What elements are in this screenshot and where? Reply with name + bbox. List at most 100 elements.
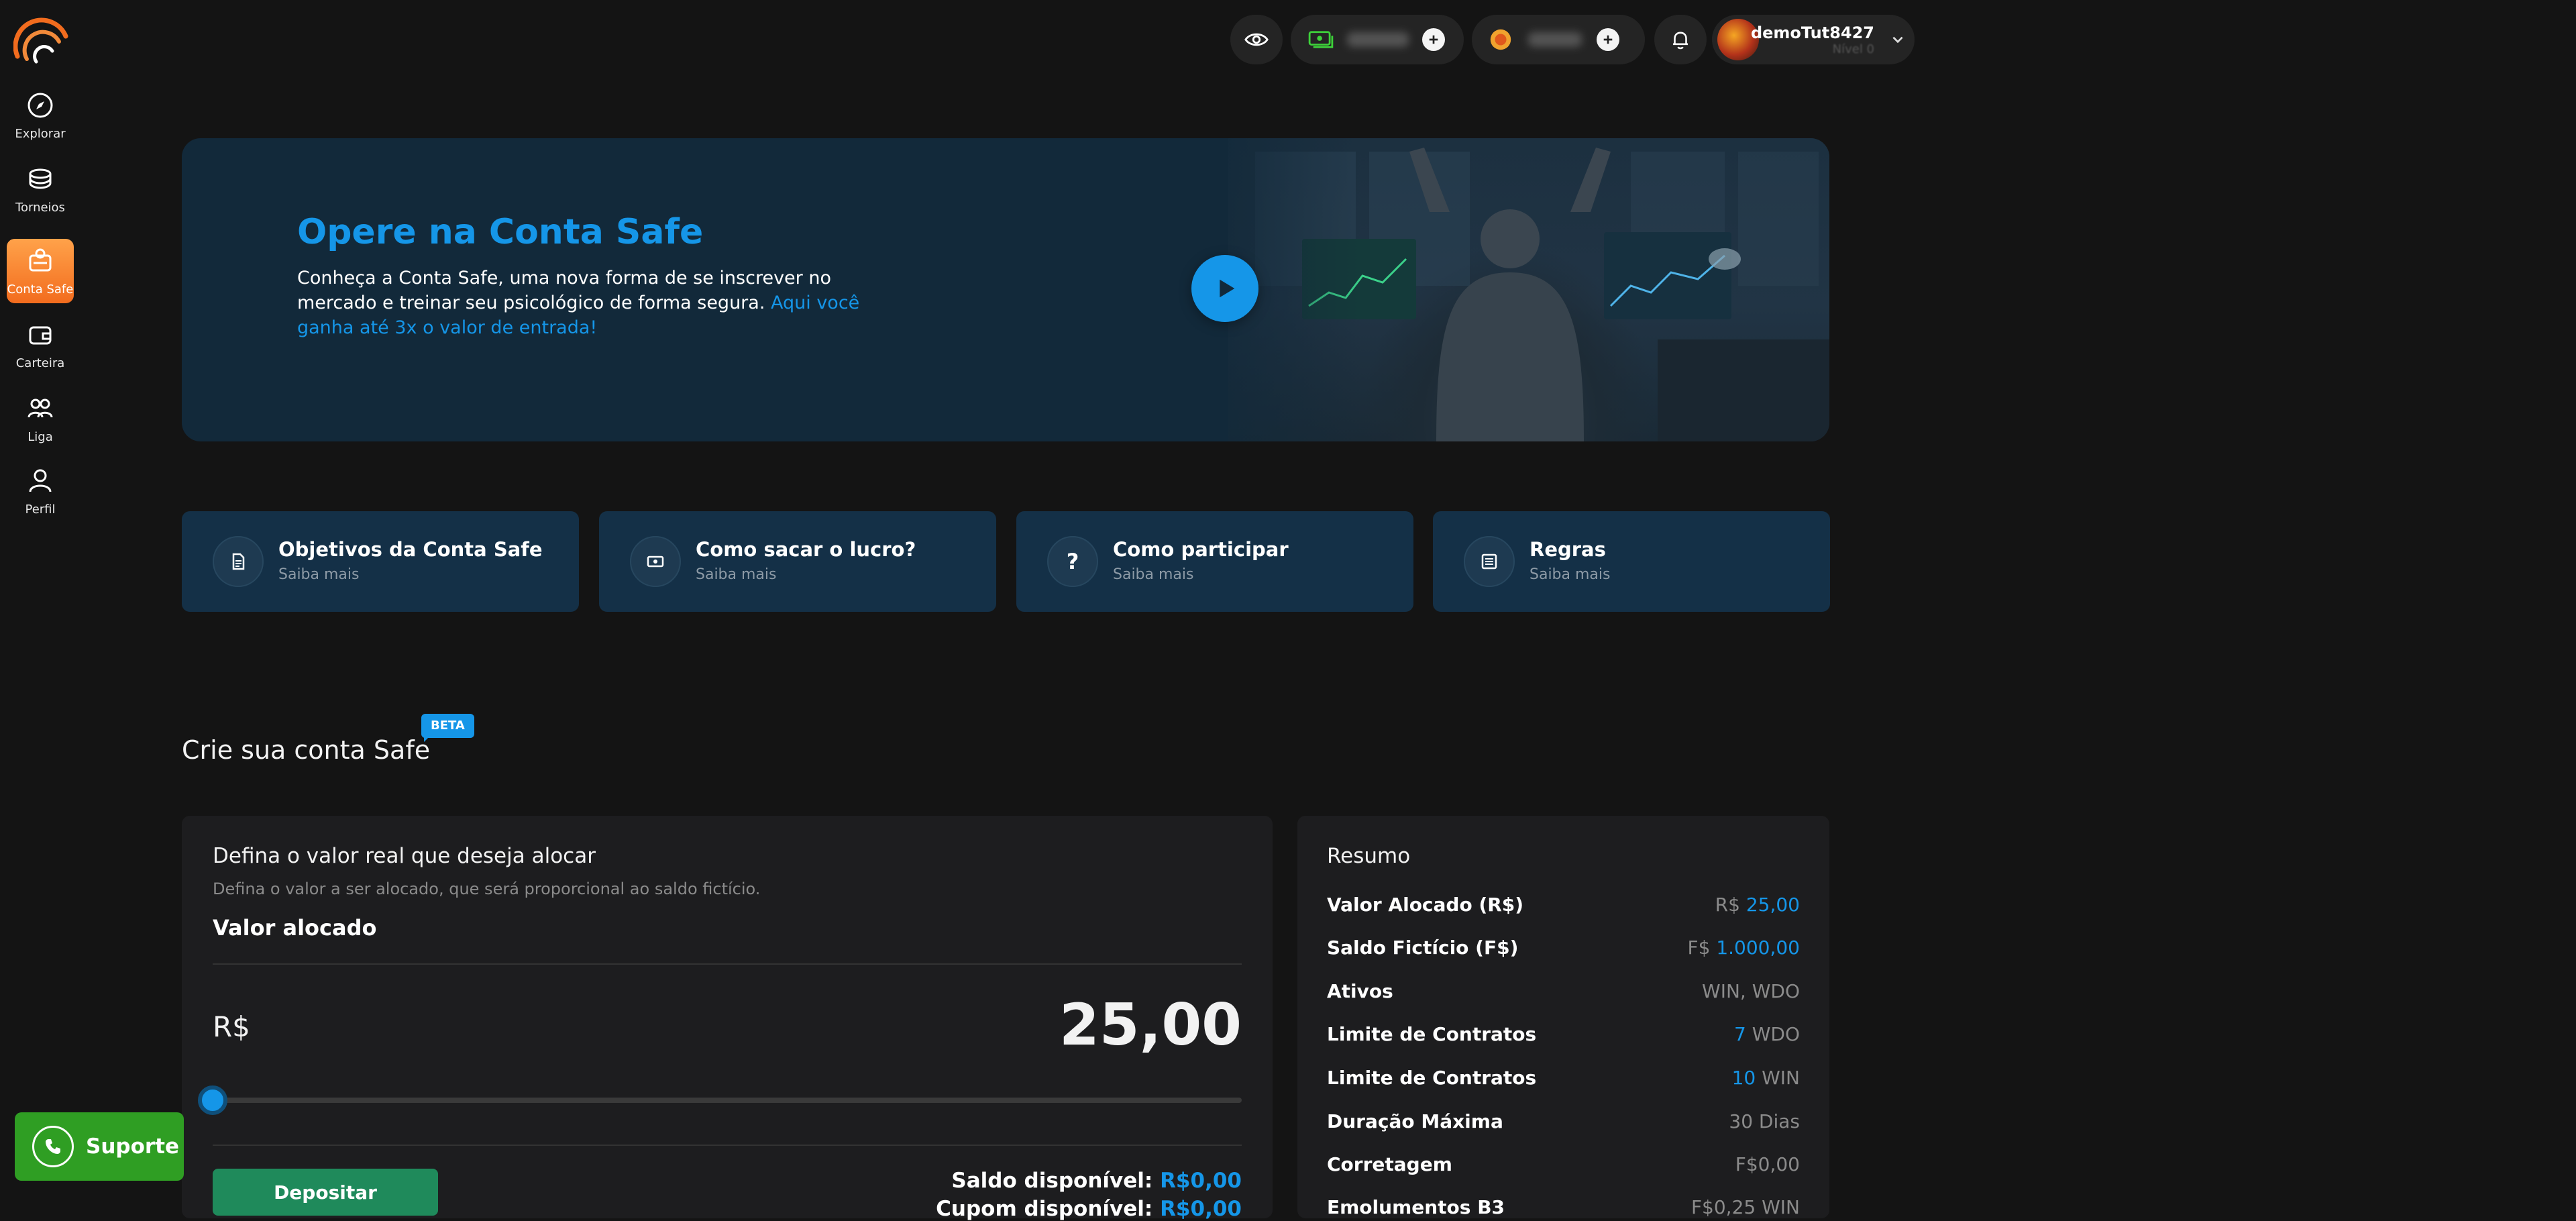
summary-value-prefix: F$0,25 WIN bbox=[1690, 1196, 1800, 1218]
allocation-title: Defina o valor real que deseja alocar bbox=[213, 844, 596, 868]
info-card-como-participar[interactable]: ? Como participar Saiba mais bbox=[1016, 511, 1413, 612]
list-icon bbox=[1464, 536, 1515, 587]
summary-title: Resumo bbox=[1327, 844, 1411, 868]
info-card-subtitle: Saiba mais bbox=[278, 566, 360, 583]
coin-hidden-value bbox=[1528, 32, 1582, 47]
plus-icon bbox=[1429, 35, 1438, 44]
sidebar-item-perfil[interactable]: Perfil bbox=[7, 459, 74, 523]
info-card-regras[interactable]: Regras Saiba mais bbox=[1433, 511, 1830, 612]
coin-icon bbox=[1490, 29, 1511, 50]
allocation-panel: Defina o valor real que deseja alocar De… bbox=[182, 816, 1273, 1221]
play-video-button[interactable] bbox=[1191, 255, 1258, 322]
sidebar-item-label: Perfil bbox=[25, 502, 56, 517]
summary-value-bold: 25,00 bbox=[1746, 893, 1800, 916]
eye-icon bbox=[1244, 33, 1269, 46]
summary-panel: Resumo Valor Alocado (R$) R$ 25,00 Saldo F… bbox=[1297, 816, 1829, 1218]
coin-balance-pill[interactable] bbox=[1472, 15, 1645, 64]
support-button[interactable]: Suporte bbox=[15, 1112, 184, 1181]
sidebar-item-torneios[interactable]: Torneios bbox=[7, 157, 74, 221]
add-coin-button[interactable] bbox=[1597, 28, 1619, 51]
plus-icon bbox=[1603, 35, 1613, 44]
chevron-down-icon bbox=[1892, 36, 1903, 44]
summary-row-label: Duração Máxima bbox=[1327, 1110, 1503, 1132]
summary-value-bold: 7 bbox=[1733, 1022, 1746, 1045]
summary-row-label: Valor Alocado (R$) bbox=[1327, 893, 1524, 916]
available-coupon-label: Cupom disponível: bbox=[936, 1197, 1161, 1221]
allocation-slider-track[interactable] bbox=[213, 1098, 1242, 1103]
deposit-button[interactable]: Depositar bbox=[213, 1169, 438, 1216]
section-title: Crie sua conta Safe bbox=[182, 735, 431, 765]
summary-row-value: F$ 1.000,00 bbox=[1687, 937, 1800, 959]
sidebar-item-liga[interactable]: Liga bbox=[7, 386, 74, 451]
currency-label: R$ bbox=[213, 1010, 250, 1043]
tournament-icon bbox=[29, 168, 52, 189]
summary-value-prefix: 30 Dias bbox=[1729, 1110, 1800, 1132]
sidebar-item-label: Explorar bbox=[15, 126, 66, 141]
summary-row: Ativos WIN, WDO bbox=[1327, 977, 1800, 1004]
wallet-icon bbox=[29, 326, 52, 344]
summary-value-prefix: F$0,00 bbox=[1735, 1153, 1800, 1175]
info-card-subtitle: Saiba mais bbox=[1529, 566, 1611, 583]
summary-row-value: R$ 25,00 bbox=[1715, 894, 1800, 916]
summary-row-value: 7 WDO bbox=[1734, 1023, 1800, 1045]
question-icon: ? bbox=[1047, 536, 1098, 587]
summary-value-bold: 10 bbox=[1731, 1066, 1756, 1089]
info-card-subtitle: Saiba mais bbox=[696, 566, 777, 583]
sidebar-item-carteira[interactable]: Carteira bbox=[7, 313, 74, 377]
user-level: Nível 0 bbox=[1832, 42, 1874, 56]
user-menu[interactable]: demoTut8427 Nível 0 bbox=[1712, 15, 1915, 64]
phone-icon bbox=[32, 1126, 74, 1167]
real-balance-pill[interactable] bbox=[1291, 15, 1464, 64]
sidebar-item-conta-safe[interactable]: Conta Safe bbox=[7, 239, 74, 303]
hero-banner: Opere na Conta Safe Conheça a Conta Safe… bbox=[182, 138, 1829, 441]
sidebar-item-label: Torneios bbox=[15, 200, 65, 215]
allocation-label: Valor alocado bbox=[213, 915, 377, 941]
info-card-title: Como participar bbox=[1113, 538, 1289, 561]
summary-value-bold: 1.000,00 bbox=[1716, 936, 1800, 959]
summary-row-value: 10 WIN bbox=[1732, 1067, 1800, 1089]
summary-value-prefix: WIN, WDO bbox=[1702, 979, 1800, 1002]
brand-logo[interactable] bbox=[13, 16, 70, 64]
available-balance-label: Saldo disponível: bbox=[951, 1169, 1161, 1193]
available-balance-value: R$0,00 bbox=[1160, 1169, 1242, 1193]
summary-row: Limite de Contratos 10 WIN bbox=[1327, 1064, 1800, 1091]
cash-green-icon bbox=[1308, 31, 1334, 48]
info-card-title: Regras bbox=[1529, 538, 1606, 561]
league-icon bbox=[28, 399, 53, 417]
document-icon bbox=[213, 536, 264, 587]
summary-row-label: Saldo Fictício (F$) bbox=[1327, 936, 1519, 959]
info-card-title: Objetivos da Conta Safe bbox=[278, 538, 543, 561]
summary-row-label: Limite de Contratos bbox=[1327, 1022, 1537, 1045]
summary-row-label: Ativos bbox=[1327, 979, 1393, 1002]
info-card-objetivos[interactable]: Objetivos da Conta Safe Saiba mais bbox=[182, 511, 579, 612]
summary-row: Saldo Fictício (F$) F$ 1.000,00 bbox=[1327, 934, 1800, 961]
info-card-sacar-lucro[interactable]: Como sacar o lucro? Saiba mais bbox=[599, 511, 996, 612]
hero-text: Conheça a Conta Safe, uma nova forma de … bbox=[297, 268, 831, 313]
summary-value-suffix: WIN bbox=[1756, 1066, 1800, 1089]
balance-hidden-value bbox=[1347, 32, 1409, 47]
add-balance-button[interactable] bbox=[1422, 28, 1445, 51]
cash-icon bbox=[630, 536, 681, 587]
toggle-visibility-button[interactable] bbox=[1230, 15, 1283, 64]
summary-row: Valor Alocado (R$) R$ 25,00 bbox=[1327, 891, 1800, 918]
user-icon bbox=[29, 469, 52, 492]
summary-row-value: WIN, WDO bbox=[1702, 980, 1800, 1002]
summary-value-prefix: R$ bbox=[1715, 893, 1746, 916]
summary-row-label: Limite de Contratos bbox=[1327, 1066, 1537, 1089]
hero-description: Conheça a Conta Safe, uma nova forma de … bbox=[297, 266, 888, 340]
beta-badge: BETA bbox=[421, 714, 474, 738]
summary-row-value: F$0,00 bbox=[1735, 1153, 1800, 1175]
compass-icon bbox=[28, 93, 53, 117]
allocation-value[interactable]: 25,00 bbox=[1059, 992, 1242, 1059]
info-card-title: Como sacar o lucro? bbox=[696, 538, 916, 561]
bell-icon bbox=[1672, 32, 1688, 50]
notifications-button[interactable] bbox=[1654, 15, 1707, 64]
summary-row: Duração Máxima 30 Dias bbox=[1327, 1108, 1800, 1134]
play-icon bbox=[1220, 279, 1235, 298]
summary-value-suffix: WDO bbox=[1746, 1022, 1800, 1045]
summary-row-label: Corretagem bbox=[1327, 1153, 1452, 1175]
summary-row-value: 30 Dias bbox=[1729, 1110, 1800, 1132]
allocation-slider-thumb[interactable] bbox=[198, 1085, 227, 1115]
summary-row-label: Emolumentos B3 bbox=[1327, 1196, 1505, 1218]
sidebar-item-explorar[interactable]: Explorar bbox=[7, 83, 74, 148]
